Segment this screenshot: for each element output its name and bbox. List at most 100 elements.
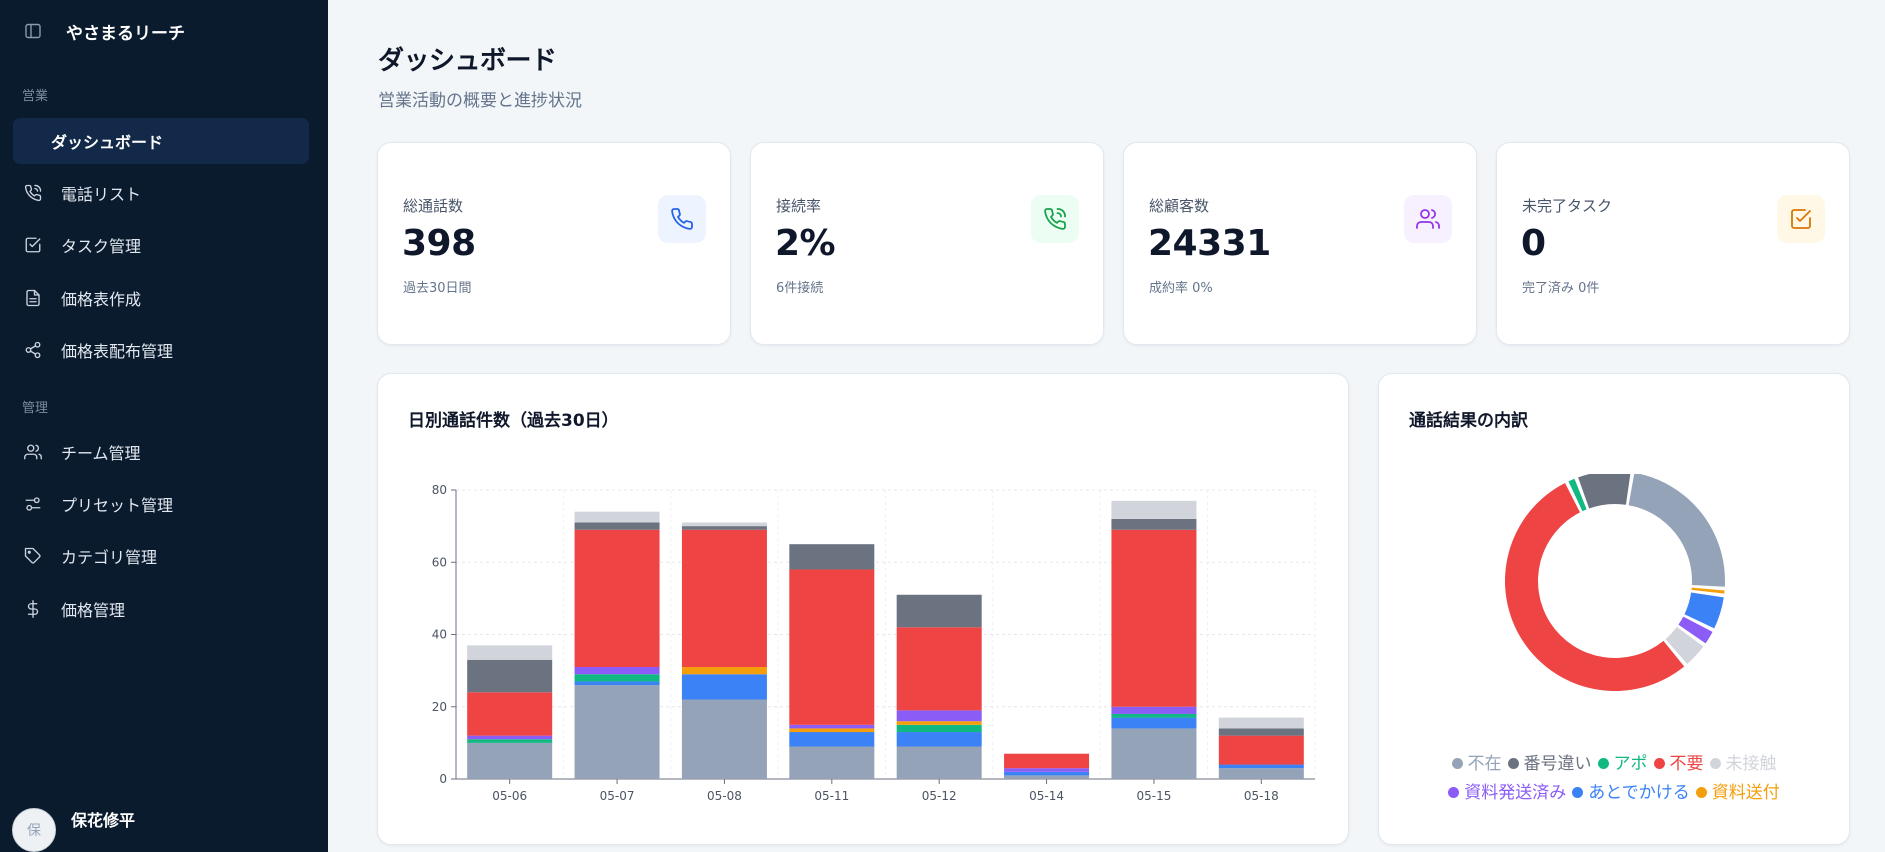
- sidebar-item-label: カテゴリ管理: [61, 548, 158, 567]
- sidebar-section-sales: 営業: [22, 89, 49, 104]
- bar-segment: [1111, 706, 1197, 714]
- user-profile[interactable]: 保 保花修平: [12, 808, 135, 852]
- sidebar-item-price-list-create[interactable]: 価格表作成: [13, 275, 309, 321]
- y-tick-label: 80: [432, 483, 447, 497]
- y-tick-label: 0: [439, 772, 447, 786]
- donut-slice: [1578, 474, 1631, 509]
- legend-dot: [1507, 758, 1519, 769]
- call-results-donut-chart: [1504, 474, 1725, 691]
- legend-label: 番号違い: [1523, 754, 1592, 774]
- bar-segment: [789, 732, 875, 747]
- bar-segment: [896, 627, 982, 711]
- legend-label: 不要: [1669, 754, 1704, 774]
- legend-label: 資料発送済み: [1464, 783, 1567, 803]
- bar-segment: [1004, 768, 1090, 772]
- bar-segment: [1111, 717, 1197, 729]
- sidebar-item-price-list-distribution[interactable]: 価格表配布管理: [13, 327, 309, 373]
- bar-segment: [896, 746, 982, 779]
- legend-item[interactable]: 不在: [1451, 750, 1502, 779]
- sidebar-header: やさまるリーチ: [22, 18, 185, 44]
- sidebar-item-phone-list[interactable]: 電話リスト: [13, 170, 309, 216]
- sidebar-item-price-management[interactable]: 価格管理: [13, 586, 309, 632]
- legend-item[interactable]: 不要: [1653, 750, 1704, 779]
- bar-segment: [789, 569, 875, 725]
- phone-icon: [658, 195, 706, 243]
- bar-segment: [896, 721, 982, 725]
- sidebar-item-label: 電話リスト: [61, 185, 142, 204]
- legend-item[interactable]: あとでかける: [1572, 779, 1690, 808]
- sidebar-item-label: プリセット管理: [61, 496, 174, 515]
- legend-item[interactable]: 資料発送済み: [1448, 779, 1566, 808]
- sidebar-item-categories[interactable]: カテゴリ管理: [13, 533, 309, 579]
- bar-segment: [1004, 775, 1090, 779]
- daily-calls-bar-chart: 0 20 40 60 80 05-06 05-07 05-08 05-11 05-12 05-14 0…: [432, 483, 1316, 803]
- donut-slice: [1691, 587, 1725, 594]
- donut-slice: [1628, 474, 1725, 587]
- bar-segment: [574, 667, 660, 675]
- legend-item[interactable]: アポ: [1597, 750, 1648, 779]
- sidebar-toggle-icon[interactable]: [22, 20, 44, 42]
- x-tick-label: 05-15: [1137, 789, 1172, 803]
- bar-segment: [574, 681, 660, 686]
- main-content: ダッシュボード 営業活動の概要と進捗状況 総通話数 398 過去30日間 接続率…: [328, 0, 1885, 852]
- call-results-chart-card: 通話結果の内訳 不在 番号違い アポ 不要 未接触 資料発送済み あとでかける 資料送付: [1378, 373, 1850, 845]
- share-icon: [23, 340, 43, 360]
- legend-item[interactable]: 資料送付: [1695, 779, 1780, 808]
- stat-card-total-customers: 総顧客数 24331 成約率 0%: [1123, 142, 1477, 345]
- bar-segment: [574, 529, 660, 668]
- stat-label: 総顧客数: [1149, 197, 1210, 215]
- legend-item[interactable]: 未接触: [1709, 750, 1777, 779]
- bar-segment: [467, 692, 553, 736]
- bar-segment: [681, 529, 767, 668]
- stat-note: 6件接続: [776, 281, 824, 296]
- sidebar-item-presets[interactable]: プリセット管理: [13, 481, 309, 527]
- stat-value: 24331: [1148, 223, 1271, 264]
- legend-dot: [1709, 758, 1721, 769]
- bar-segment: [1111, 728, 1197, 779]
- users-icon: [23, 442, 43, 462]
- bar-segment: [789, 544, 875, 570]
- x-tick-label: 05-08: [707, 789, 742, 803]
- sidebar: やさまるリーチ 営業 ダッシュボード 電話リスト タスク管理 価格表作成 価格表…: [0, 0, 328, 852]
- sidebar-item-tasks[interactable]: タスク管理: [13, 222, 309, 268]
- legend-label: 不在: [1467, 754, 1502, 774]
- legend-dot: [1572, 787, 1584, 798]
- app-brand: やさまるリーチ: [66, 23, 185, 44]
- bar-segment: [896, 732, 982, 747]
- x-tick-label: 05-14: [1029, 789, 1064, 803]
- sidebar-item-label: 価格表配布管理: [61, 342, 174, 361]
- stat-value: 0: [1521, 223, 1546, 264]
- file-text-icon: [23, 288, 43, 308]
- legend-dot: [1653, 758, 1665, 769]
- bar-segment: [574, 522, 660, 530]
- bar-segment: [574, 685, 660, 779]
- x-tick-label: 05-12: [922, 789, 957, 803]
- stat-label: 総通話数: [403, 197, 464, 215]
- bar-segment: [1004, 771, 1090, 776]
- bar-segment: [681, 699, 767, 779]
- bar-segment: [681, 522, 767, 527]
- bar-segment: [789, 724, 875, 729]
- bar-segment: [467, 735, 553, 740]
- sidebar-item-dashboard[interactable]: ダッシュボード: [13, 118, 309, 164]
- bar-segment: [467, 645, 553, 660]
- y-tick-label: 20: [432, 700, 447, 714]
- dollar-icon: [23, 599, 43, 619]
- legend-item[interactable]: 番号違い: [1507, 750, 1592, 779]
- stat-card-total-calls: 総通話数 398 過去30日間: [377, 142, 731, 345]
- bar-segment: [681, 674, 767, 700]
- bar-segment: [1111, 713, 1197, 718]
- legend-dot: [1448, 787, 1460, 798]
- bar-segment: [467, 739, 553, 743]
- legend-label: あとでかける: [1588, 783, 1690, 803]
- bar-segment: [1218, 717, 1304, 729]
- chart-legend: 不在 番号違い アポ 不要 未接触資料発送済み あとでかける 資料送付: [1379, 750, 1849, 808]
- x-tick-label: 05-11: [814, 789, 849, 803]
- stat-value: 2%: [775, 223, 836, 264]
- sidebar-item-label: ダッシュボード: [51, 133, 164, 152]
- sidebar-item-team[interactable]: チーム管理: [13, 429, 309, 475]
- page-title: ダッシュボード: [378, 46, 557, 76]
- bar-segment: [574, 511, 660, 523]
- users-icon: [1404, 195, 1452, 243]
- avatar: 保: [12, 808, 56, 852]
